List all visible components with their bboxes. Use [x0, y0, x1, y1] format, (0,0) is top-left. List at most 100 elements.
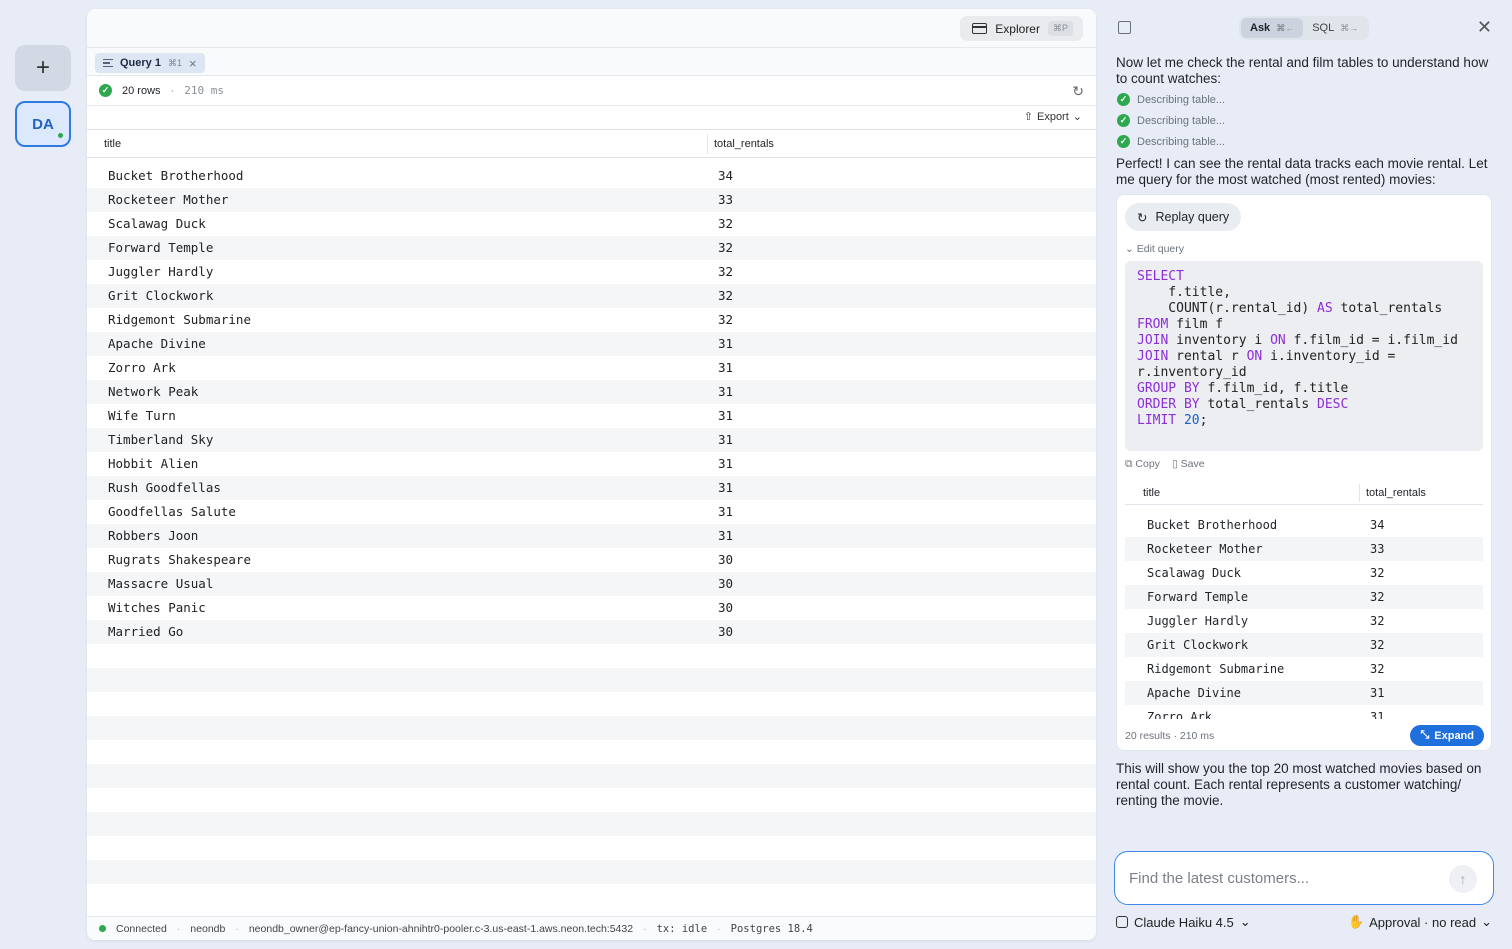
edit-query-toggle[interactable]: ⌄ Edit query — [1125, 243, 1184, 255]
table-row[interactable]: Rocketeer Mother 33 — [87, 188, 1096, 212]
new-chat-icon[interactable] — [1118, 21, 1131, 34]
sql-code-block[interactable]: SELECT f.title, COUNT(r.rental_id) AS to… — [1125, 261, 1483, 451]
cell-title: Zorro Ark — [108, 360, 176, 375]
explorer-button[interactable]: Explorer ⌘P — [960, 16, 1083, 41]
table-row[interactable]: Forward Temple 32 — [1125, 585, 1483, 609]
mode-sql-label: SQL — [1312, 22, 1335, 34]
table-row[interactable]: Ridgemont Submarine 32 — [1125, 657, 1483, 681]
table-row[interactable]: Juggler Hardly 32 — [87, 260, 1096, 284]
column-header-total-rentals[interactable]: total_rentals — [1366, 487, 1426, 499]
database-name: neondb — [190, 922, 226, 935]
tab-query-1[interactable]: Query 1 ⌘1 × — [95, 53, 205, 73]
table-row[interactable]: Rush Goodfellas 31 — [87, 476, 1096, 500]
cell-total-rentals: 32 — [718, 312, 734, 327]
table-row[interactable]: Ridgemont Submarine 32 — [87, 308, 1096, 332]
results-meta: 20 results · 210 ms — [1125, 730, 1215, 742]
connected-dot — [99, 925, 106, 932]
close-tab-icon[interactable]: × — [189, 56, 197, 71]
close-icon[interactable]: ✕ — [1477, 17, 1492, 38]
copy-icon: ⧉ — [1125, 458, 1133, 470]
empty-row — [87, 836, 1096, 860]
mode-sql[interactable]: SQL ⌘→ — [1303, 18, 1367, 38]
table-row[interactable]: Apache Divine 31 — [87, 332, 1096, 356]
inline-results-body[interactable]: Bucket Brotherhood 34 Rocketeer Mother 33 Sc… — [1125, 513, 1483, 719]
table-row[interactable]: Massacre Usual 30 — [87, 572, 1096, 596]
export-label: Export — [1036, 110, 1069, 123]
cell-total-rentals: 31 — [718, 336, 734, 351]
save-button[interactable]: ▯ Save — [1172, 458, 1205, 471]
postgres-version: Postgres 18.4 — [730, 922, 813, 935]
export-button[interactable]: ⇧ Export ⌄ — [1024, 110, 1082, 124]
table-row[interactable]: Wife Turn 31 — [87, 404, 1096, 428]
column-header-title[interactable]: title — [104, 138, 121, 150]
cell-title: Bucket Brotherhood — [1147, 518, 1278, 532]
table-row[interactable]: Scalawag Duck 32 — [1125, 561, 1483, 585]
table-row[interactable]: Hobbit Alien 31 — [87, 452, 1096, 476]
approval-selector[interactable]: ✋ Approval · no read ⌄ — [1348, 914, 1492, 930]
cell-title: Wife Turn — [108, 408, 176, 423]
connection-footer: Connected · neondb · neondb_owner@ep-fan… — [87, 916, 1096, 940]
column-header-total-rentals[interactable]: total_rentals — [714, 138, 774, 150]
chevron-down-icon: ⌄ — [1072, 111, 1082, 123]
table-row[interactable]: Rugrats Shakespeare 30 — [87, 548, 1096, 572]
assistant-bottombar: Claude Haiku 4.5 ⌄ ✋ Approval · no read … — [1116, 914, 1492, 932]
explorer-shortcut: ⌘P — [1047, 21, 1073, 36]
table-row[interactable]: Bucket Brotherhood 34 — [87, 164, 1096, 188]
table-row[interactable]: Forward Temple 32 — [87, 236, 1096, 260]
empty-row — [87, 788, 1096, 812]
table-row[interactable]: Timberland Sky 31 — [87, 428, 1096, 452]
tab-shortcut: ⌘1 — [167, 57, 182, 68]
column-header-title[interactable]: title — [1143, 487, 1160, 499]
cell-title: Forward Temple — [1147, 590, 1249, 604]
copy-button[interactable]: ⧉ Copy — [1125, 458, 1160, 471]
model-selector[interactable]: Claude Haiku 4.5 ⌄ — [1116, 914, 1251, 930]
empty-row — [87, 644, 1096, 668]
send-arrow-icon[interactable]: ↑ — [1449, 865, 1477, 893]
query-time: 210 ms — [184, 84, 224, 97]
chevron-down-icon: ⌄ — [1481, 914, 1492, 929]
database-avatar-button[interactable]: DA — [15, 101, 71, 147]
cell-total-rentals: 31 — [1370, 710, 1385, 719]
table-row[interactable]: Apache Divine 31 — [1125, 681, 1483, 705]
mode-switch: Ask ⌘← SQL ⌘→ — [1239, 16, 1370, 40]
assistant-panel: Ask ⌘← SQL ⌘→ ✕ Now let me check the ren… — [1104, 9, 1508, 949]
table-row[interactable]: Network Peak 31 — [87, 380, 1096, 404]
chat-input[interactable] — [1129, 867, 1429, 889]
tool-step: ✓ Describing table... — [1117, 135, 1225, 148]
database-avatar-label: DA — [32, 115, 54, 133]
refresh-icon[interactable]: ↻ — [1072, 83, 1084, 100]
mode-ask[interactable]: Ask ⌘← — [1241, 18, 1304, 38]
table-row[interactable]: Goodfellas Salute 31 — [87, 500, 1096, 524]
cell-total-rentals: 31 — [718, 456, 734, 471]
column-divider[interactable] — [1359, 484, 1360, 502]
cell-title: Rocketeer Mother — [1147, 542, 1263, 556]
table-row[interactable]: Witches Panic 30 — [87, 596, 1096, 620]
empty-row — [87, 764, 1096, 788]
cell-title: Goodfellas Salute — [108, 504, 236, 519]
expand-button[interactable]: ⤡ Expand — [1410, 725, 1484, 746]
replay-icon: ↻ — [1137, 210, 1148, 225]
table-row[interactable]: Bucket Brotherhood 34 — [1125, 513, 1483, 537]
new-connection-button[interactable]: + — [15, 45, 71, 91]
table-row[interactable]: Juggler Hardly 32 — [1125, 609, 1483, 633]
table-row[interactable]: Grit Clockwork 32 — [87, 284, 1096, 308]
cell-title: Zorro Ark — [1147, 710, 1213, 719]
cell-title: Juggler Hardly — [108, 264, 214, 279]
table-row[interactable]: Zorro Ark 31 — [87, 356, 1096, 380]
table-row[interactable]: Zorro Ark 31 — [1125, 705, 1483, 719]
column-divider[interactable] — [707, 134, 708, 154]
export-row: ⇧ Export ⌄ — [87, 106, 1096, 130]
table-row[interactable]: Scalawag Duck 32 — [87, 212, 1096, 236]
cell-title: Scalawag Duck — [1147, 566, 1241, 580]
replay-query-button[interactable]: ↻ Replay query — [1125, 203, 1242, 231]
bookmark-icon: ▯ — [1171, 458, 1178, 470]
cell-title: Rocketeer Mother — [108, 192, 229, 207]
table-row[interactable]: Grit Clockwork 32 — [1125, 633, 1483, 657]
cell-title: Robbers Joon — [108, 528, 199, 543]
cell-title: Grit Clockwork — [1147, 638, 1249, 652]
table-row[interactable]: Rocketeer Mother 33 — [1125, 537, 1483, 561]
empty-row — [87, 668, 1096, 692]
cell-total-rentals: 31 — [718, 432, 734, 447]
table-row[interactable]: Robbers Joon 31 — [87, 524, 1096, 548]
table-row[interactable]: Married Go 30 — [87, 620, 1096, 644]
